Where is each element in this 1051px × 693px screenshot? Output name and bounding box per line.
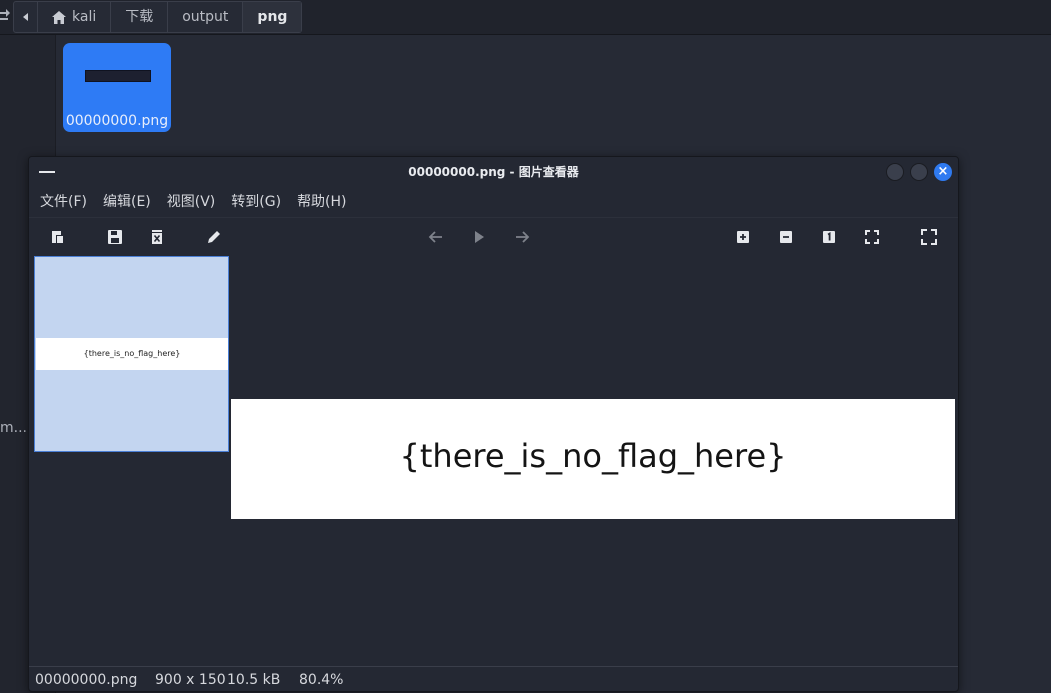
breadcrumb-label: 下载 bbox=[125, 9, 154, 25]
breadcrumb-item-downloads[interactable]: 下载 bbox=[111, 2, 169, 32]
play-icon bbox=[475, 231, 484, 243]
menu-edit[interactable]: 编辑(E) bbox=[95, 187, 159, 217]
fullscreen-button[interactable] bbox=[919, 227, 939, 247]
save-icon bbox=[108, 230, 122, 244]
menu-file[interactable]: 文件(F) bbox=[32, 187, 95, 217]
delete-button[interactable] bbox=[147, 227, 167, 247]
zoom-out-icon bbox=[780, 231, 792, 243]
minimize-button[interactable] bbox=[886, 163, 904, 181]
thumbnail-selected[interactable]: {there_is_no_flag_here} bbox=[34, 256, 229, 452]
edit-button[interactable] bbox=[204, 227, 224, 247]
location-icon[interactable] bbox=[0, 7, 10, 25]
menu-go[interactable]: 转到(G) bbox=[223, 187, 289, 217]
menu-bar: 文件(F) 编辑(E) 视图(V) 转到(G) 帮助(H) bbox=[29, 187, 958, 217]
zoom-in-button[interactable] bbox=[733, 227, 753, 247]
image-text: {there_is_no_flag_here} bbox=[399, 437, 787, 475]
file-thumbnail bbox=[85, 70, 151, 82]
status-bar: 00000000.png 900 x 150 10.5 kB 80.4% bbox=[29, 666, 958, 691]
breadcrumb-label: output bbox=[182, 9, 229, 25]
save-button[interactable] bbox=[105, 227, 125, 247]
breadcrumb-label: kali bbox=[72, 9, 97, 25]
breadcrumb-item-home[interactable]: kali bbox=[38, 2, 112, 32]
play-slideshow-button[interactable] bbox=[469, 227, 489, 247]
sidebar-item-label[interactable]: m... bbox=[0, 420, 30, 436]
open-file-icon bbox=[52, 231, 64, 244]
breadcrumb-item-png[interactable]: png bbox=[243, 2, 302, 32]
breadcrumb-item-output[interactable]: output bbox=[168, 2, 244, 32]
file-manager-toolbar: kali 下载 output png bbox=[0, 0, 1051, 35]
window-titlebar[interactable]: 00000000.png - 图片查看器 × bbox=[29, 157, 958, 187]
file-name-label: 00000000.png bbox=[65, 113, 169, 129]
trash-icon bbox=[152, 230, 162, 244]
close-button[interactable]: × bbox=[934, 163, 952, 181]
file-item-selected[interactable]: 00000000.png bbox=[63, 43, 171, 132]
arrow-left-icon bbox=[428, 231, 442, 243]
breadcrumb: kali 下载 output png bbox=[13, 1, 303, 33]
thumbnail-image-text: {there_is_no_flag_here} bbox=[36, 338, 228, 370]
main-image[interactable]: {there_is_no_flag_here} bbox=[231, 399, 955, 519]
breadcrumb-label: png bbox=[257, 9, 288, 25]
zoom-out-button[interactable] bbox=[776, 227, 796, 247]
fit-window-icon bbox=[865, 230, 879, 244]
viewer-toolbar bbox=[29, 217, 958, 256]
home-icon bbox=[52, 10, 66, 24]
status-filesize: 10.5 kB bbox=[227, 672, 281, 688]
zoom-in-icon bbox=[737, 231, 749, 243]
status-dimensions: 900 x 150 bbox=[155, 672, 226, 688]
zoom-actual-size-button[interactable] bbox=[819, 227, 839, 247]
pencil-icon bbox=[208, 231, 220, 243]
open-button[interactable] bbox=[48, 227, 68, 247]
menu-view[interactable]: 视图(V) bbox=[159, 187, 224, 217]
breadcrumb-back-button[interactable] bbox=[14, 2, 38, 32]
window-title: 00000000.png - 图片查看器 bbox=[408, 165, 579, 179]
close-icon: × bbox=[937, 164, 949, 179]
fullscreen-icon bbox=[921, 229, 937, 245]
zoom-fit-button[interactable] bbox=[862, 227, 882, 247]
next-button[interactable] bbox=[512, 227, 532, 247]
menu-help[interactable]: 帮助(H) bbox=[289, 187, 354, 217]
status-zoom: 80.4% bbox=[299, 672, 344, 688]
actual-size-icon bbox=[823, 231, 835, 243]
arrow-right-icon bbox=[516, 231, 530, 243]
image-viewer-window: 00000000.png - 图片查看器 × 文件(F) 编辑(E) 视图(V)… bbox=[28, 156, 959, 692]
previous-button[interactable] bbox=[426, 227, 446, 247]
status-filename: 00000000.png bbox=[35, 672, 138, 688]
maximize-button[interactable] bbox=[910, 163, 928, 181]
chevron-left-icon bbox=[23, 13, 28, 21]
